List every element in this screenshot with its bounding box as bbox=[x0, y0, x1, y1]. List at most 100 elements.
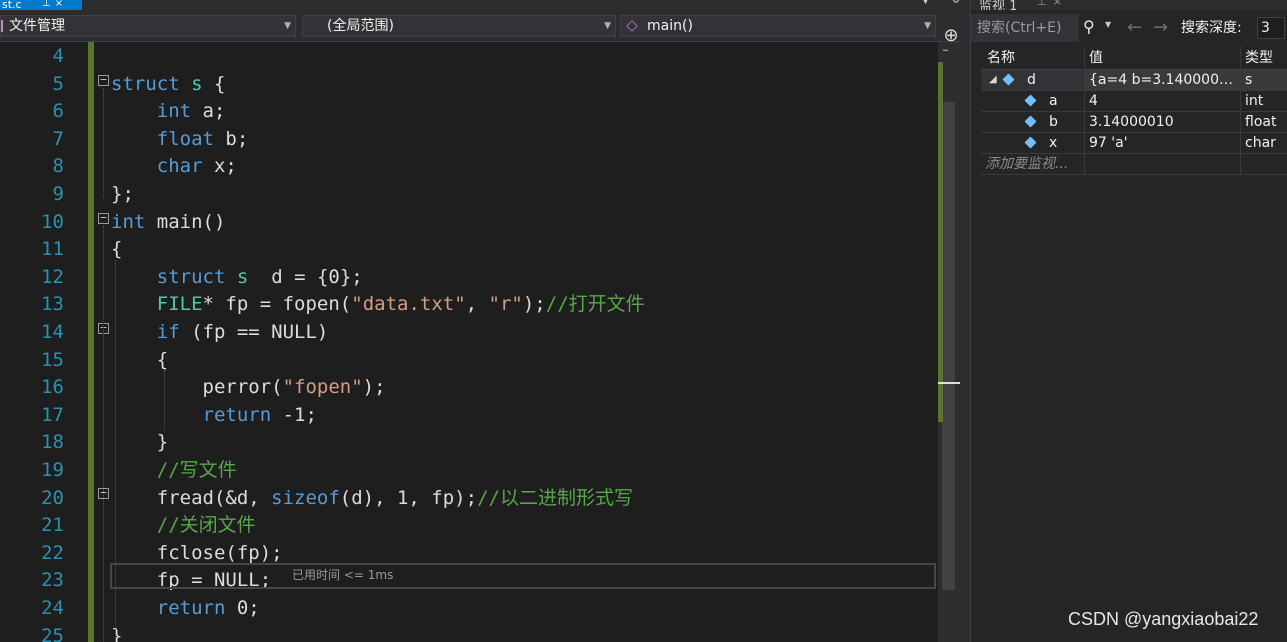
column-header-type[interactable]: 类型 bbox=[1241, 46, 1287, 70]
panel-splitter[interactable] bbox=[960, 0, 970, 642]
code-line[interactable]: perror("fopen"); bbox=[111, 373, 938, 401]
member-name: main() bbox=[647, 18, 693, 34]
column-header-name[interactable]: 名称 bbox=[981, 46, 1085, 70]
variable-icon bbox=[1024, 115, 1037, 128]
code-line[interactable]: if (fp == NULL) bbox=[111, 318, 938, 346]
code-line[interactable]: int a; bbox=[111, 97, 938, 125]
pin-icon[interactable]: ⊥ bbox=[42, 0, 55, 9]
scroll-up-icon[interactable]: ━ bbox=[943, 46, 948, 55]
code-line[interactable] bbox=[111, 42, 938, 70]
chevron-down-icon[interactable]: ▼ bbox=[1105, 20, 1111, 29]
watch-cell-value[interactable]: 3.14000010 bbox=[1085, 112, 1241, 132]
watch-cell-name[interactable]: b bbox=[981, 112, 1085, 132]
line-number: 23 bbox=[41, 569, 64, 591]
collapse-main-icon[interactable]: − bbox=[98, 212, 109, 224]
watch-variable-name: b bbox=[1049, 114, 1058, 130]
scrollbar-thumb[interactable] bbox=[942, 102, 955, 590]
code-token: (d), 1, fp); bbox=[339, 487, 478, 509]
line-number: 14 bbox=[41, 321, 64, 343]
code-line[interactable]: //关闭文件 bbox=[111, 511, 938, 539]
watch-row[interactable]: a 4 int bbox=[981, 91, 1287, 112]
code-line[interactable]: { bbox=[111, 346, 938, 374]
line-number: 22 bbox=[41, 542, 64, 564]
tab-label: st.c bbox=[2, 0, 22, 10]
code-token: fclose(fp); bbox=[111, 542, 283, 564]
code-line[interactable]: return 0; bbox=[111, 594, 938, 622]
code-token: int bbox=[156, 100, 192, 122]
code-editor[interactable]: struct s { int a; float b; char x;}; int … bbox=[94, 42, 938, 642]
code-line[interactable]: FILE* fp = fopen("data.txt", "r");//打开文件 bbox=[111, 290, 938, 318]
collapse-struct-icon[interactable]: − bbox=[98, 74, 109, 86]
code-line[interactable]: return -1; bbox=[111, 401, 938, 429]
add-watch-row[interactable]: 添加要监视... bbox=[981, 154, 1287, 175]
arrow-right-icon[interactable]: → bbox=[1153, 14, 1168, 42]
code-token: if bbox=[156, 321, 180, 343]
code-line[interactable]: char x; bbox=[111, 152, 938, 180]
code-line[interactable]: }; bbox=[111, 180, 938, 208]
watch-cell-type: s bbox=[1241, 70, 1287, 90]
watermark: CSDN @yangxiaobai22 bbox=[1068, 609, 1259, 629]
elapsed-time-hint: 已用时间 <= 1ms bbox=[292, 568, 394, 582]
code-token: s bbox=[236, 266, 249, 288]
scope-dropdown[interactable]: (全局范围) ▼ bbox=[302, 15, 616, 37]
code-token: { bbox=[202, 73, 226, 95]
close-icon[interactable]: × bbox=[1053, 0, 1068, 8]
method-icon bbox=[626, 20, 638, 32]
watch-cell-value[interactable]: 4 bbox=[1085, 91, 1241, 111]
chevron-down-icon: ▼ bbox=[604, 21, 611, 31]
code-line[interactable]: float b; bbox=[111, 125, 938, 153]
chevron-down-icon: ▼ bbox=[924, 21, 931, 31]
code-token: } bbox=[111, 431, 169, 453]
code-line[interactable]: fread(&d, sizeof(d), 1, fp);//以二进制形式写 bbox=[111, 484, 938, 512]
tab-overflow-icon[interactable]: ▼ bbox=[922, 0, 929, 6]
pin-icon[interactable]: ⊥ bbox=[1037, 0, 1053, 8]
tab-source-file[interactable]: st.c ⊥× bbox=[0, 0, 82, 10]
code-line[interactable]: } bbox=[111, 622, 938, 642]
add-watch-input[interactable]: 添加要监视... bbox=[981, 154, 1085, 174]
editor-vertical-scrollbar[interactable]: ━ bbox=[938, 42, 960, 642]
watch-variable-name: d bbox=[1027, 72, 1036, 88]
line-number: 25 bbox=[41, 625, 64, 642]
watch-cell-value[interactable]: {a=4 b=3.14000010 x=97 'a'} bbox=[1085, 70, 1241, 90]
watch-cell-name[interactable]: a bbox=[981, 91, 1085, 111]
watch-row[interactable]: ◢d{a=4 b=3.14000010 x=97 'a'}s bbox=[981, 70, 1287, 91]
watch-search-bar: 搜索(Ctrl+E) ⚲ ▼ ← → 搜索深度: 3 bbox=[971, 14, 1287, 42]
code-token: 0; bbox=[225, 597, 260, 619]
chevron-down-icon: ▼ bbox=[284, 21, 291, 31]
code-token: { bbox=[111, 238, 123, 260]
variable-icon bbox=[1002, 73, 1015, 86]
expand-triangle-icon[interactable]: ◢ bbox=[989, 70, 997, 90]
code-token: ); bbox=[522, 293, 546, 315]
member-dropdown[interactable]: main() ▼ bbox=[620, 15, 936, 37]
search-depth-input[interactable]: 3 bbox=[1257, 17, 1285, 39]
code-line[interactable]: //写文件 bbox=[111, 456, 938, 484]
search-depth-label: 搜索深度: bbox=[1181, 20, 1242, 36]
watch-row[interactable]: x 97 'a' char bbox=[981, 133, 1287, 154]
arrow-left-icon[interactable]: ← bbox=[1127, 14, 1142, 42]
code-line[interactable]: { bbox=[111, 235, 938, 263]
code-token: //关闭文件 bbox=[156, 514, 256, 536]
settings-icon[interactable]: ⚙ bbox=[952, 0, 960, 6]
line-number: 20 bbox=[41, 487, 64, 509]
watch-cell-name[interactable]: x bbox=[981, 133, 1085, 153]
line-number: 18 bbox=[41, 431, 64, 453]
close-icon[interactable]: × bbox=[55, 0, 67, 9]
code-line[interactable]: int main() bbox=[111, 208, 938, 236]
line-number: 13 bbox=[41, 293, 64, 315]
search-icon[interactable]: ⚲ bbox=[1083, 17, 1095, 36]
watch-cell-value[interactable]: 97 'a' bbox=[1085, 133, 1241, 153]
code-line[interactable]: struct s d = {0}; bbox=[111, 263, 938, 291]
watch-cell-name[interactable]: ◢ d bbox=[981, 70, 1085, 90]
code-line[interactable]: } bbox=[111, 428, 938, 456]
watch-title: 监视 1 bbox=[979, 0, 1018, 10]
code-line[interactable]: struct s { bbox=[111, 70, 938, 98]
project-name: 文件管理 bbox=[9, 18, 65, 34]
watch-row[interactable]: b 3.14000010 float bbox=[981, 112, 1287, 133]
project-dropdown[interactable]: 文件管理 ▼ bbox=[0, 15, 296, 37]
watch-search-input[interactable]: 搜索(Ctrl+E) bbox=[971, 14, 1079, 42]
column-header-value[interactable]: 值 bbox=[1085, 46, 1241, 70]
